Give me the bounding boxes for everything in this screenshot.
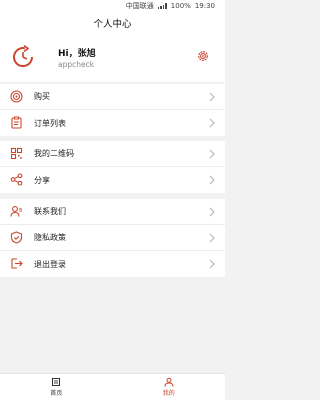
privacy-shield-icon xyxy=(10,231,23,244)
menu-item-label: 订单列表 xyxy=(34,118,66,128)
avatar-icon xyxy=(13,44,34,68)
home-icon xyxy=(52,378,61,386)
settings-gear-icon[interactable] xyxy=(196,49,210,63)
contact-icon xyxy=(10,206,22,217)
chevron-right-icon xyxy=(209,149,215,159)
menu-group-share: 我的二维码 分享 xyxy=(0,141,225,193)
logout-icon xyxy=(11,258,23,269)
menu-item-purchase[interactable]: 购买 xyxy=(0,84,225,110)
chevron-right-icon xyxy=(209,92,215,102)
tab-home[interactable]: 首页 xyxy=(0,374,113,400)
menu-item-label: 联系我们 xyxy=(34,207,66,216)
menu-item-logout[interactable]: 退出登录 xyxy=(0,251,225,277)
menu-item-label: 退出登录 xyxy=(34,259,66,269)
profile-icon xyxy=(164,377,174,387)
menu-item-contact-us[interactable]: 联系我们 xyxy=(0,199,225,225)
menu-item-qr-code[interactable]: 我的二维码 xyxy=(0,141,225,167)
status-bar: 中国联通 100% 19:30 xyxy=(0,0,225,12)
page-title: 个人中心 xyxy=(93,19,132,30)
battery-text: 100% xyxy=(170,2,191,10)
menu-item-label: 我的二维码 xyxy=(34,149,74,158)
chevron-right-icon xyxy=(209,175,215,185)
chevron-right-icon xyxy=(209,207,215,217)
tab-label: 我的 xyxy=(162,390,175,397)
profile-card: Hi，张旭 appcheck xyxy=(0,34,225,82)
time-text: 19:30 xyxy=(194,2,215,10)
order-list-icon xyxy=(11,116,22,129)
purchase-icon xyxy=(10,90,23,103)
qr-code-icon xyxy=(10,147,23,160)
menu-item-label: 购买 xyxy=(34,92,50,101)
chevron-right-icon xyxy=(209,259,215,269)
menu-item-order-list[interactable]: 订单列表 xyxy=(0,110,225,136)
menu-item-share[interactable]: 分享 xyxy=(0,167,225,193)
signal-icon xyxy=(157,3,167,9)
tab-profile[interactable]: 我的 xyxy=(113,374,226,400)
menu-item-privacy-policy[interactable]: 隐私政策 xyxy=(0,225,225,251)
title-bar: 个人中心 xyxy=(0,12,225,34)
menu-group-account: 联系我们 隐私政策 退出登录 xyxy=(0,199,225,277)
share-icon xyxy=(10,173,23,186)
menu-group-orders: 购买 订单列表 xyxy=(0,84,225,136)
user-greeting: Hi，张旭 xyxy=(58,49,96,59)
menu-item-label: 隐私政策 xyxy=(34,233,66,242)
chevron-right-icon xyxy=(209,118,215,128)
user-subtitle: appcheck xyxy=(58,60,95,69)
chevron-right-icon xyxy=(209,233,215,243)
bottom-tab-bar: 首页 我的 xyxy=(0,373,225,400)
carrier-text: 中国联通 xyxy=(125,2,154,10)
menu-item-label: 分享 xyxy=(34,175,50,185)
tab-label: 首页 xyxy=(50,390,63,397)
